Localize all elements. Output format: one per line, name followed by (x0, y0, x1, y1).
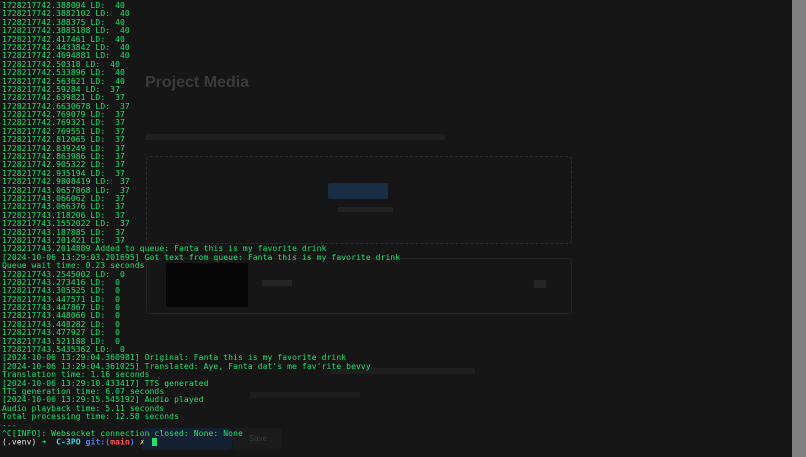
prompt-git-suffix: ) (129, 437, 135, 447)
terminal-cursor (151, 438, 157, 447)
prompt-arrow-icon: ➜ (41, 437, 47, 447)
terminal-prompt[interactable]: (.venv) ➜ C-3PO git:(main) ✗ (2, 437, 806, 447)
terminal-window[interactable]: 1728217742.388004 LD: 40 1728217742.38821… (0, 0, 806, 457)
terminal-line: 1728217743.2545002 LD: 0 (2, 269, 125, 279)
terminal-line: 1728217743.447867 LD: 0 (2, 303, 120, 313)
terminal-line: 1728217743.448066 LD: 0 (2, 311, 120, 321)
terminal-line: 1728217743.448282 LD: 0 (2, 319, 120, 329)
terminal-line: 1728217742.4694881 LD: 40 (2, 51, 130, 61)
prompt-git-prefix: git:( (85, 437, 111, 447)
prompt-dirty-icon: ✗ (139, 437, 145, 447)
prompt-venv: (.venv) (2, 437, 37, 447)
terminal-line: Total processing time: 12.58 seconds (2, 412, 179, 422)
terminal-line: 1728217743.305525 LD: 0 (2, 286, 120, 296)
prompt-branch: main (110, 437, 130, 447)
terminal-line: 1728217743.447571 LD: 0 (2, 294, 120, 304)
terminal-line: 1728217743.477927 LD: 0 (2, 328, 120, 338)
terminal-line: 1728217742.563621 LD: 40 (2, 76, 125, 86)
prompt-directory: C-3PO (56, 437, 81, 447)
terminal-output: 1728217742.388004 LD: 40 1728217742.38821… (2, 1, 806, 438)
terminal-line: 1728217743.273416 LD: 0 (2, 277, 120, 287)
